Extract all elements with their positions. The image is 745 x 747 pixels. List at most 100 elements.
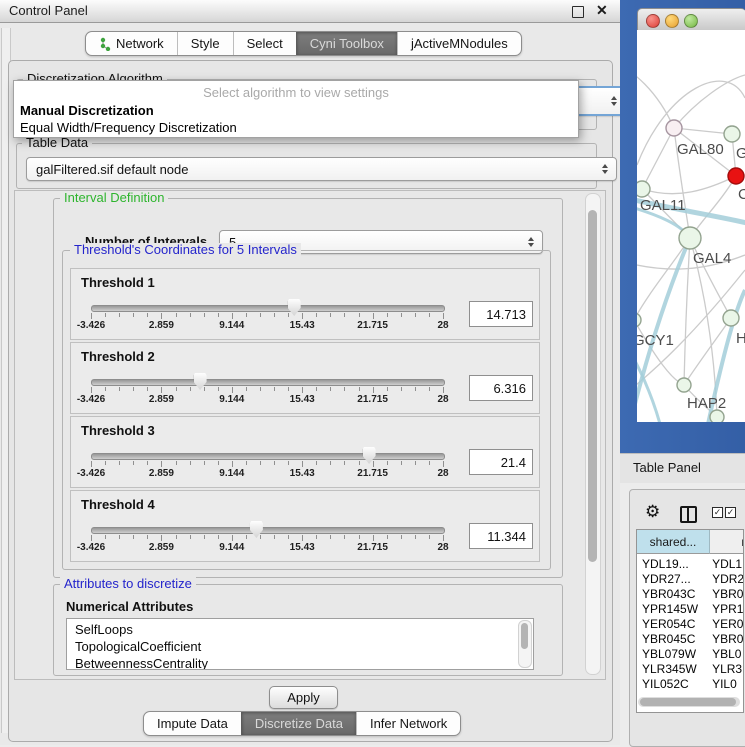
- table-horizontal-scrollbar-thumb[interactable]: [640, 698, 736, 706]
- threshold-value-field[interactable]: 14.713: [469, 301, 533, 327]
- node-gal11[interactable]: [637, 181, 650, 197]
- numerical-attributes-list[interactable]: SelfLoops TopologicalCoefficient Betweenne…: [66, 618, 534, 670]
- slider-track[interactable]: [91, 305, 445, 312]
- float-window-icon[interactable]: [572, 6, 584, 18]
- network-nodes[interactable]: [637, 120, 744, 422]
- tab-jactivemnodules[interactable]: jActiveMNodules: [397, 32, 521, 55]
- cell-name[interactable]: YBL0: [709, 647, 744, 662]
- node-ga[interactable]: [724, 126, 740, 142]
- tab-select[interactable]: Select: [233, 32, 296, 55]
- node-gal4[interactable]: [679, 227, 701, 249]
- threshold-value-field[interactable]: 21.4: [469, 449, 533, 475]
- cell-shared-name[interactable]: YPR145W: [637, 602, 709, 617]
- table-header-row: shared... na: [637, 530, 744, 554]
- cell-shared-name[interactable]: YLR345W: [637, 662, 709, 677]
- table-row[interactable]: YIL052CYIL0: [637, 677, 744, 692]
- table-row[interactable]: YDR27...YDR2: [637, 572, 744, 587]
- column-layout-icon[interactable]: [680, 506, 697, 523]
- zoom-traffic-light-icon[interactable]: [684, 14, 698, 28]
- network-window-titlebar[interactable]: [637, 8, 745, 32]
- column-header-shared-name[interactable]: shared...: [637, 530, 710, 554]
- node-attribute-table[interactable]: shared... na YDL19...YDL1YDR27...YDR2YBR…: [636, 529, 744, 713]
- table-row[interactable]: YDL19...YDL1: [637, 557, 744, 572]
- table-row[interactable]: YPR145WYPR1: [637, 602, 744, 617]
- column-header-name[interactable]: na: [710, 530, 744, 554]
- threshold-label: Threshold 4: [81, 497, 155, 512]
- tab-style[interactable]: Style: [177, 32, 233, 55]
- tick-mark: [260, 535, 261, 539]
- table-row[interactable]: YBL079WYBL0: [637, 647, 744, 662]
- minimize-traffic-light-icon[interactable]: [665, 14, 679, 28]
- tab-impute-data[interactable]: Impute Data: [144, 712, 241, 735]
- cell-name[interactable]: YDL1: [709, 557, 744, 572]
- checkbox-icon[interactable]: ✓: [712, 507, 723, 518]
- table-horizontal-scrollbar[interactable]: [638, 697, 740, 707]
- cell-name[interactable]: YBR0: [709, 632, 744, 647]
- tab-infer-network[interactable]: Infer Network: [356, 712, 460, 735]
- slider-track[interactable]: [91, 379, 445, 386]
- cell-shared-name[interactable]: YDR27...: [637, 572, 709, 587]
- tick-mark: [302, 313, 303, 319]
- close-icon[interactable]: ✕: [596, 2, 608, 19]
- cell-shared-name[interactable]: YBR045C: [637, 632, 709, 647]
- network-canvas[interactable]: GAL80 GA C GAL11 GAL4 GCY1 H HAP2: [637, 30, 745, 422]
- dropdown-option-manual-discretization[interactable]: Manual Discretization: [20, 103, 154, 118]
- cell-shared-name[interactable]: YBR043C: [637, 587, 709, 602]
- node-gal80[interactable]: [666, 120, 682, 136]
- cell-shared-name[interactable]: YDL19...: [637, 557, 709, 572]
- cell-name[interactable]: YDR2: [709, 572, 744, 587]
- node-hap2[interactable]: [677, 378, 691, 392]
- dropdown-placeholder-item[interactable]: Select algorithm to view settings: [14, 85, 578, 100]
- tick-mark: [176, 535, 177, 539]
- cell-name[interactable]: YBR0: [709, 587, 744, 602]
- svg-text:GAL4: GAL4: [693, 250, 731, 267]
- tick-mark: [147, 387, 148, 391]
- tab-cyni-toolbox[interactable]: Cyni Toolbox: [296, 32, 397, 55]
- vertical-scrollbar-thumb[interactable]: [588, 210, 597, 562]
- network-icon: [99, 37, 111, 51]
- slider-track[interactable]: [91, 453, 445, 460]
- cell-name[interactable]: YIL0: [709, 677, 744, 692]
- threshold-value-field[interactable]: 6.316: [469, 375, 533, 401]
- numerical-attributes-label: Numerical Attributes: [66, 599, 193, 614]
- dropdown-option-equal-width[interactable]: Equal Width/Frequency Discretization: [20, 120, 237, 135]
- tab-network[interactable]: Network: [86, 32, 177, 55]
- table-row[interactable]: YBR043CYBR0: [637, 587, 744, 602]
- table-row[interactable]: YBR045CYBR0: [637, 632, 744, 647]
- attribute-list-item[interactable]: BetweennessCentrality: [75, 656, 208, 670]
- cell-shared-name[interactable]: YER054C: [637, 617, 709, 632]
- node-h[interactable]: [723, 310, 739, 326]
- node-gcy1[interactable]: [637, 313, 641, 327]
- table-row[interactable]: YER054CYER0: [637, 617, 744, 632]
- control-panel-titlebar: Control Panel ✕: [0, 0, 620, 23]
- tick-mark: [218, 313, 219, 317]
- tick-label: 21.715: [357, 542, 388, 553]
- gear-icon[interactable]: ⚙: [645, 502, 660, 522]
- cell-name[interactable]: YLR3: [709, 662, 744, 677]
- slider-thumb[interactable]: [288, 299, 301, 316]
- checkbox-icon[interactable]: ✓: [725, 507, 736, 518]
- cell-name[interactable]: YPR1: [709, 602, 744, 617]
- cell-name[interactable]: YER0: [709, 617, 744, 632]
- table-data-combobox[interactable]: galFiltered.sif default node: [26, 157, 617, 181]
- list-scrollbar[interactable]: [518, 620, 532, 668]
- slider-track[interactable]: [91, 527, 445, 534]
- list-scrollbar-thumb[interactable]: [521, 623, 528, 649]
- table-row[interactable]: YLR345WYLR3: [637, 662, 744, 677]
- cell-shared-name[interactable]: YIL052C: [637, 677, 709, 692]
- window-title: Control Panel: [9, 3, 88, 18]
- attribute-list-item[interactable]: SelfLoops: [75, 622, 133, 637]
- threshold-value-field[interactable]: 11.344: [469, 523, 533, 549]
- attribute-list-item[interactable]: TopologicalCoefficient: [75, 639, 201, 654]
- node-red[interactable]: [728, 168, 744, 184]
- slider-thumb[interactable]: [194, 373, 207, 390]
- tick-mark: [302, 387, 303, 393]
- vertical-scrollbar[interactable]: [585, 193, 601, 675]
- apply-button[interactable]: Apply: [269, 686, 338, 709]
- threshold-panel-3: Threshold 3-3.4262.8599.14415.4321.71528…: [70, 416, 540, 488]
- close-traffic-light-icon[interactable]: [646, 14, 660, 28]
- cell-shared-name[interactable]: YBL079W: [637, 647, 709, 662]
- tick-mark: [387, 387, 388, 391]
- tab-discretize-data[interactable]: Discretize Data: [241, 712, 356, 735]
- slider-thumb[interactable]: [363, 447, 376, 464]
